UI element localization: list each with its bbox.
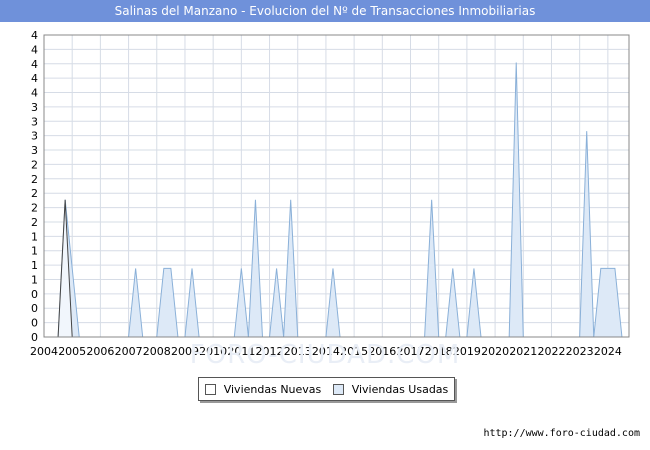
chart-legend: Viviendas Nuevas Viviendas Usadas (198, 377, 455, 401)
legend-item-usadas: Viviendas Usadas (332, 382, 449, 396)
grid-lines (43, 34, 629, 338)
y-tick-label: 4 (31, 29, 38, 42)
legend-swatch-usadas (332, 383, 344, 395)
y-tick-label: 2 (31, 187, 38, 200)
source-url: http://www.foro-ciudad.com (483, 428, 640, 439)
y-tick-label: 3 (31, 130, 38, 143)
y-tick-label: 1 (31, 259, 38, 272)
y-tick-label: 0 (31, 302, 38, 315)
y-tick-label: 1 (31, 245, 38, 258)
y-tick-label: 2 (31, 216, 38, 229)
y-tick-label: 4 (31, 58, 38, 71)
y-tick-label: 1 (31, 273, 38, 286)
legend-swatch-nuevas (204, 383, 216, 395)
y-tick-label: 4 (31, 87, 38, 100)
y-tick-label: 2 (31, 158, 38, 171)
y-tick-label: 3 (31, 115, 38, 128)
y-tick-label: 0 (31, 317, 38, 330)
y-tick-label: 2 (31, 173, 38, 186)
chart-plot: 0000111122222333344444 2004 2005 2006 2007 2… (30, 29, 630, 358)
y-tick-labels: 0000111122222333344444 (31, 29, 38, 344)
y-tick-label: 3 (31, 101, 38, 114)
y-tick-label: 2 (31, 202, 38, 215)
legend-label-usadas: Viviendas Usadas (351, 382, 449, 396)
watermark: FORO-CIUDAD.COM (189, 340, 461, 370)
legend-label-nuevas: Viviendas Nuevas (223, 382, 322, 396)
y-tick-label: 0 (31, 288, 38, 301)
y-tick-label: 3 (31, 144, 38, 157)
legend-item-nuevas: Viviendas Nuevas (204, 382, 322, 396)
y-tick-label: 4 (31, 72, 38, 85)
y-tick-label: 1 (31, 230, 38, 243)
plot-background (44, 35, 629, 337)
y-tick-label: 4 (31, 43, 38, 56)
chart-title: Salinas del Manzano - Evolucion del Nº d… (0, 0, 650, 22)
